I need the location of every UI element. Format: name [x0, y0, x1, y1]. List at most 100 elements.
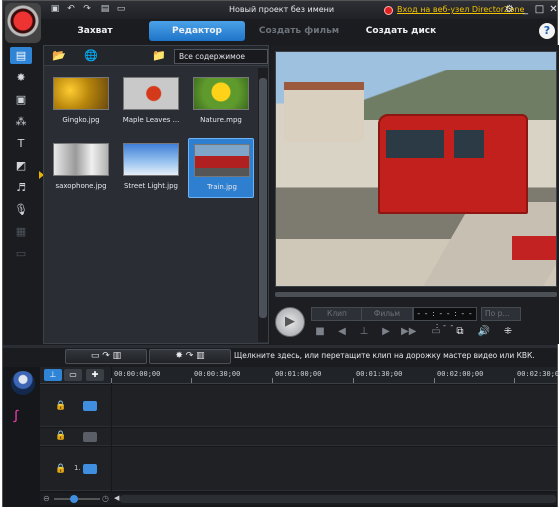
close-icon[interactable]: ✕ — [547, 3, 560, 16]
ruler-tick: 00:01:00;00 — [271, 370, 322, 383]
settings-grid-icon[interactable]: ⁜ — [501, 325, 515, 339]
preview-building — [284, 82, 364, 142]
magic-tools-icon[interactable]: ꭍ — [13, 405, 19, 427]
fx-room-icon[interactable]: ✸ — [10, 69, 32, 86]
title-room-icon[interactable]: T — [10, 135, 32, 152]
preview-seek-bar[interactable] — [275, 292, 557, 297]
media-caption: saxophone.jpg — [55, 182, 107, 190]
ruler-tick: 00:00:30;00 — [190, 370, 241, 383]
media-item[interactable]: saxophone.jpg — [48, 138, 114, 198]
timeline-hint: Щелкните здесь, или перетащите клип на д… — [234, 351, 535, 360]
ruler-tick: 00:00:00;00 — [110, 370, 161, 383]
video-track[interactable] — [112, 385, 557, 427]
subtitle-room-icon[interactable]: ▭ — [10, 245, 32, 262]
media-item[interactable]: Nature.mpg — [188, 72, 254, 132]
preview-train-window — [386, 130, 444, 158]
stop-icon[interactable]: ■ — [313, 325, 327, 339]
library-scrollbar[interactable] — [258, 68, 268, 342]
magic-movie-wizard-icon[interactable] — [11, 371, 35, 395]
track-number: 1. — [74, 464, 81, 472]
media-caption: Maple Leaves ... — [122, 116, 180, 124]
tab-editor[interactable]: Редактор — [149, 21, 245, 41]
media-filter-dropdown[interactable]: Все содержимое — [174, 49, 268, 64]
previous-frame-icon[interactable]: ◀ — [335, 325, 349, 339]
media-thumbnail — [194, 144, 250, 177]
window-title: Новый проект без имени — [229, 5, 335, 14]
tab-create-disc[interactable]: Создать диск — [353, 21, 449, 41]
media-caption: Street Light.jpg — [123, 182, 179, 190]
media-thumbnail — [123, 77, 179, 110]
storyboard-view-button[interactable]: ▭ ↷ ▥ — [65, 349, 147, 364]
lock-icon[interactable]: 🔒 — [55, 401, 66, 411]
pip-objects-icon[interactable]: ▣ — [10, 91, 32, 108]
save-icon[interactable]: ▣ — [49, 4, 61, 15]
lock-icon[interactable]: 🔒 — [55, 431, 66, 441]
zoom-slider-handle[interactable] — [70, 495, 78, 503]
timecode-display[interactable]: - - : - - : - - : - - — [413, 307, 477, 330]
movie-mode-button[interactable]: Фильм — [361, 307, 413, 321]
tab-capture[interactable]: Захват — [47, 21, 143, 41]
timeline-footer: ⊖ ◷ ◀ — [40, 493, 557, 505]
minimize-icon[interactable]: _ — [519, 3, 532, 16]
download-media-icon[interactable]: 🌐 — [84, 49, 98, 63]
room-sidebar: ▤ ✸ ▣ ⁂ T ◩ ♬ 🎙 ▦ ▭ — [5, 45, 37, 345]
timeline-toolbar: ▭ ↷ ▥ ✸ ↷ ▥ Щелкните здесь, или перетащи… — [3, 348, 557, 366]
maximize-icon[interactable]: □ — [533, 3, 546, 16]
timeline-view-icon[interactable]: ⊥ — [44, 369, 62, 381]
undo-icon[interactable]: ↶ — [65, 4, 77, 15]
voice-over-icon[interactable]: 🎙 — [10, 201, 32, 218]
effect-track-icon — [83, 432, 97, 442]
scroll-left-icon[interactable]: ◀ — [114, 494, 119, 502]
open-icon[interactable]: ▭ — [115, 4, 127, 15]
transition-room-icon[interactable]: ◩ — [10, 157, 32, 174]
timeline-ruler[interactable]: 00:00:00;00 00:00:30;00 00:01:00;00 00:0… — [110, 367, 560, 384]
media-room-icon[interactable]: ▤ — [10, 47, 32, 64]
video-track-icon — [83, 401, 97, 411]
effect-track[interactable] — [112, 428, 557, 446]
split-icon[interactable]: ⊥ — [357, 325, 371, 339]
media-caption: Nature.mpg — [200, 116, 242, 124]
particle-room-icon[interactable]: ⁂ — [10, 113, 32, 130]
help-button[interactable]: ? — [539, 23, 555, 39]
zoom-out-icon[interactable]: ⊖ — [43, 494, 50, 503]
tab-produce[interactable]: Создать фильм — [251, 21, 347, 41]
undock-preview-icon[interactable]: ⧉ — [453, 325, 467, 339]
media-thumbnail — [53, 77, 109, 110]
timeline-left-tools: ꭍ — [3, 367, 39, 507]
timeline-horizontal-scrollbar[interactable] — [120, 495, 556, 503]
audio-mixing-icon[interactable]: ♬ — [10, 179, 32, 196]
chapter-room-icon[interactable]: ▦ — [10, 223, 32, 240]
media-item-selected[interactable]: Train.jpg — [188, 138, 254, 198]
media-item[interactable]: Street Light.jpg — [118, 138, 184, 198]
next-frame-icon[interactable]: ▶ — [379, 325, 393, 339]
pip-track[interactable] — [112, 447, 557, 491]
directorzone-icon[interactable] — [384, 6, 393, 15]
media-item[interactable]: Gingko.jpg — [48, 72, 114, 132]
preview-video — [275, 51, 557, 287]
add-track-icon[interactable]: ✚ — [86, 369, 104, 381]
media-filter-icon[interactable]: 📁 — [152, 49, 166, 63]
zoom-in-icon[interactable]: ◷ — [102, 494, 109, 503]
scrollbar-thumb[interactable] — [259, 78, 267, 318]
import-media-icon[interactable]: 📂 — [52, 49, 66, 63]
storyboard-icon[interactable]: ▭ — [64, 369, 82, 381]
redo-icon[interactable]: ↷ — [81, 4, 93, 15]
clip-mode-button[interactable]: Клип — [311, 307, 363, 321]
snapshot-icon[interactable]: ▭ — [429, 325, 443, 339]
preview-quality-dropdown[interactable]: По р... — [481, 307, 521, 321]
media-caption: Train.jpg — [207, 183, 237, 191]
media-thumbnail — [123, 143, 179, 176]
preview-bench — [512, 236, 556, 260]
media-item[interactable]: Maple Leaves ... — [118, 72, 184, 132]
media-library: 📂 🌐 📁 Все содержимое Gingko.jpg Maple Le… — [43, 45, 269, 344]
volume-icon[interactable]: 🔊 — [477, 325, 491, 339]
timeline-tools-button[interactable]: ✸ ↷ ▥ — [149, 349, 231, 364]
powerdirector-window: ▣ ↶ ↷ ▤ ▭ Новый проект без имени Вход на… — [2, 0, 560, 507]
new-icon[interactable]: ▤ — [99, 4, 111, 15]
play-button[interactable]: ▶ — [275, 307, 305, 337]
lock-icon[interactable]: 🔒 — [55, 464, 66, 474]
timeline-panel: ꭍ ⊥ ▭ ✚ 00:00:00;00 00:00:30;00 00:01:00… — [3, 367, 560, 507]
fast-forward-icon[interactable]: ▶▶ — [401, 325, 416, 339]
media-thumbnail — [53, 143, 109, 176]
settings-icon[interactable]: ⚙ — [503, 3, 516, 16]
